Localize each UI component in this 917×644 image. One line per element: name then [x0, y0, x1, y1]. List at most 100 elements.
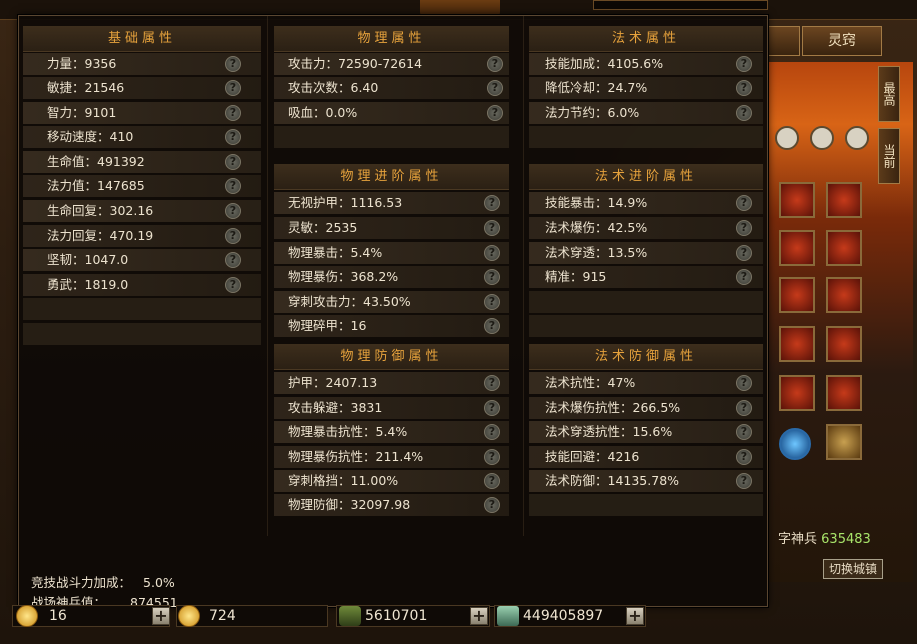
empty-row	[529, 494, 763, 516]
stat-row: 法术穿透抗性：15.6%?	[529, 421, 763, 443]
help-icon[interactable]: ?	[484, 400, 500, 416]
help-icon[interactable]: ?	[484, 473, 500, 489]
help-icon[interactable]: ?	[484, 220, 500, 236]
help-icon[interactable]: ?	[484, 449, 500, 465]
help-icon[interactable]: ?	[487, 80, 503, 96]
help-icon[interactable]: ?	[736, 220, 752, 236]
help-icon[interactable]: ?	[487, 105, 503, 121]
tab-current[interactable]: 当前	[878, 128, 900, 184]
help-icon[interactable]: ?	[484, 375, 500, 391]
help-icon[interactable]: ?	[736, 80, 752, 96]
stat-row: 攻击力：72590-72614?	[274, 53, 509, 75]
stat-row: 技能加成：4105.6%?	[529, 53, 763, 75]
help-icon[interactable]: ?	[736, 105, 752, 121]
stat-row: 物理暴击抗性：5.4%?	[274, 421, 509, 443]
stat-row: 攻击躲避：3831?	[274, 397, 509, 419]
helmet-icon[interactable]	[845, 126, 869, 150]
help-icon[interactable]: ?	[484, 294, 500, 310]
help-icon[interactable]: ?	[736, 56, 752, 72]
help-icon[interactable]: ?	[484, 318, 500, 334]
help-icon[interactable]: ?	[736, 375, 752, 391]
help-icon[interactable]: ?	[736, 449, 752, 465]
help-icon[interactable]: ?	[736, 473, 752, 489]
help-icon[interactable]: ?	[736, 195, 752, 211]
attribute-popup: 基础属性 力量：9356? 敏捷：21546? 智力：9101? 移动速度：41…	[18, 15, 768, 610]
help-icon[interactable]: ?	[225, 105, 241, 121]
section-title-magic-advanced: 法术进阶属性	[529, 164, 763, 190]
stat-row: 生命回复：302.16?	[23, 200, 261, 222]
stat-row: 穿刺格挡：11.00%?	[274, 470, 509, 492]
help-icon[interactable]: ?	[225, 228, 241, 244]
empty-row	[529, 126, 763, 148]
help-icon[interactable]: ?	[736, 269, 752, 285]
switch-town-button[interactable]: 切换城镇	[823, 559, 883, 579]
help-icon[interactable]: ?	[225, 129, 241, 145]
stat-row: 法术防御：14135.78%?	[529, 470, 763, 492]
help-icon[interactable]: ?	[484, 424, 500, 440]
skill-slot-icon[interactable]	[826, 182, 862, 218]
help-icon[interactable]: ?	[225, 154, 241, 170]
help-icon[interactable]: ?	[487, 56, 503, 72]
section-title-physical: 物理属性	[274, 26, 509, 52]
stat-row: 技能回避：4216?	[529, 446, 763, 468]
stat-row: 坚韧：1047.0?	[23, 249, 261, 271]
add-dragon-currency-button[interactable]: +	[470, 607, 488, 625]
tools-icon[interactable]	[810, 126, 834, 150]
dragon-currency-icon	[339, 606, 361, 626]
help-icon[interactable]: ?	[736, 424, 752, 440]
tab-highest[interactable]: 最高	[878, 66, 900, 122]
add-gold-ingot-button[interactable]: +	[152, 607, 170, 625]
top-right-frame	[593, 0, 768, 10]
help-icon[interactable]: ?	[225, 56, 241, 72]
stat-row: 法力节约：6.0%?	[529, 102, 763, 124]
stat-row: 物理暴击：5.4%?	[274, 242, 509, 264]
money-icon	[497, 606, 519, 626]
empty-row	[23, 323, 261, 345]
add-money-button[interactable]: +	[626, 607, 644, 625]
help-icon[interactable]: ?	[736, 400, 752, 416]
skill-slot-icon[interactable]	[826, 326, 862, 362]
empty-row	[529, 315, 763, 337]
help-icon[interactable]: ?	[484, 497, 500, 513]
skill-slot-icon[interactable]	[826, 375, 862, 411]
skill-slot-icon[interactable]	[826, 230, 862, 266]
tab-left[interactable]	[768, 26, 800, 56]
help-icon[interactable]: ?	[225, 252, 241, 268]
help-icon[interactable]: ?	[225, 203, 241, 219]
skill-slot-icon[interactable]	[779, 230, 815, 266]
help-icon[interactable]: ?	[484, 269, 500, 285]
section-title-magic: 法术属性	[529, 26, 763, 52]
empty-row	[23, 298, 261, 320]
help-icon[interactable]: ?	[225, 277, 241, 293]
skill-slot-icon[interactable]	[779, 277, 815, 313]
stat-row: 物理碎甲：16?	[274, 315, 509, 337]
stat-row: 力量：9356?	[23, 53, 261, 75]
emblem-icon[interactable]	[826, 424, 862, 460]
stat-row: 智力：9101?	[23, 102, 261, 124]
stat-row: 生命值：491392?	[23, 151, 261, 173]
section-title-magic-defense: 法术防御属性	[529, 344, 763, 370]
empty-row	[274, 126, 509, 148]
stat-row: 精准：915?	[529, 266, 763, 288]
stat-row: 勇武：1819.0?	[23, 274, 261, 296]
help-icon[interactable]: ?	[225, 178, 241, 194]
help-icon[interactable]: ?	[484, 245, 500, 261]
arena-bonus: 竞技战斗力加成： 5.0%	[31, 575, 175, 590]
stat-row: 护甲：2407.13?	[274, 372, 509, 394]
stat-row: 法力回复：470.19?	[23, 225, 261, 247]
stat-row: 灵敏：2535?	[274, 217, 509, 239]
star-icon[interactable]	[775, 126, 799, 150]
skill-slot-icon[interactable]	[779, 375, 815, 411]
help-icon[interactable]: ?	[225, 80, 241, 96]
skill-slot-icon[interactable]	[779, 326, 815, 362]
stat-row: 攻击次数：6.40?	[274, 77, 509, 99]
skill-slot-icon[interactable]	[826, 277, 862, 313]
orb-icon[interactable]	[779, 428, 811, 460]
stat-row: 物理暴伤：368.2%?	[274, 266, 509, 288]
help-icon[interactable]: ?	[484, 195, 500, 211]
skill-slot-icon[interactable]	[779, 182, 815, 218]
bound-gold-icon	[178, 605, 200, 627]
help-icon[interactable]: ?	[736, 245, 752, 261]
tab-lingqiao[interactable]: 灵窍	[802, 26, 882, 56]
stat-row: 穿刺攻击力：43.50%?	[274, 291, 509, 313]
